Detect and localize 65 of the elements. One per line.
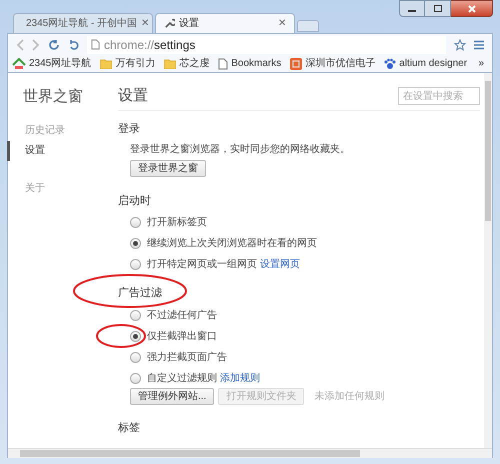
section-heading: 启动时: [118, 194, 152, 209]
section-heading: 登录: [118, 122, 141, 136]
option-label: 不过滤任何广告: [147, 308, 217, 323]
search-field[interactable]: 在设置中搜索: [398, 87, 480, 106]
tab-title: 2345网址导航 - 开创中国: [26, 16, 138, 31]
url-scheme: chrome://: [104, 36, 154, 54]
bookmark-item[interactable]: 2345网址导航: [12, 56, 92, 71]
shop-icon: [290, 58, 302, 70]
close-icon: [468, 4, 476, 12]
section-heading: 广告过滤: [118, 286, 163, 300]
browser-tab[interactable]: 设置 ✕: [155, 13, 295, 33]
page-icon: [218, 58, 228, 70]
house-icon: [12, 58, 26, 70]
folder-icon: [164, 58, 176, 68]
undo-icon[interactable]: [68, 38, 79, 50]
login-button[interactable]: 登录世界之窗: [130, 160, 206, 177]
bookmarks-overflow[interactable]: »: [478, 56, 484, 71]
radio-button[interactable]: [130, 310, 141, 321]
vertical-scrollbar[interactable]: [484, 73, 492, 448]
add-rule-link[interactable]: 添加规则: [220, 371, 260, 386]
menu-icon[interactable]: [474, 40, 484, 50]
section-heading: 标签: [118, 421, 141, 436]
sidebar-title: 世界之窗: [22, 87, 84, 107]
browser-tab[interactable]: 2345网址导航 - 开创中国 ✕: [13, 13, 153, 33]
maximize-button[interactable]: [425, 0, 451, 17]
radio-button[interactable]: [130, 238, 141, 248]
option-label: 打开特定网页或一组网页: [147, 258, 257, 272]
bookmark-item[interactable]: 深圳市优信电子: [290, 56, 376, 71]
paw-icon: [384, 58, 396, 70]
bookmark-item[interactable]: altium designer: [384, 56, 468, 71]
folder-icon: [100, 58, 112, 68]
option-label: 自定义过滤规则: [147, 372, 217, 386]
close-tab-button[interactable]: ✕: [141, 16, 150, 31]
option-label: 打开新标签页: [147, 216, 207, 230]
minimize-button[interactable]: [399, 0, 425, 17]
settings-link[interactable]: 设置网页: [260, 256, 300, 272]
tab-title: 设置: [179, 16, 200, 31]
radio-button[interactable]: [130, 352, 141, 363]
close-window-button[interactable]: [451, 0, 493, 17]
option-label: 继续浏览上次关闭浏览器时在看的网页: [147, 236, 317, 250]
new-tab-button[interactable]: [297, 20, 319, 32]
radio-button[interactable]: [130, 331, 141, 342]
option-label: 强力拦截页面广告: [147, 350, 227, 365]
radio-button[interactable]: [130, 216, 141, 228]
radio-button[interactable]: [130, 373, 141, 384]
bookmark-item[interactable]: 万有引力: [100, 56, 156, 71]
url-path: settings: [154, 36, 196, 54]
rules-status: 未添加任何规则: [314, 390, 384, 404]
description-text: 登录世界之窗浏览器，实时同步您的网络收藏夹。: [130, 142, 351, 157]
forward-icon[interactable]: [32, 38, 40, 50]
sidebar-item[interactable]: 设置: [7, 140, 108, 160]
bookmark-item[interactable]: Bookmarks: [218, 56, 282, 71]
address-bar[interactable]: chrome://settings: [87, 36, 446, 54]
back-icon[interactable]: [16, 38, 24, 50]
annotation-ellipse: [96, 324, 146, 348]
action-button[interactable]: 管理例外网站...: [130, 388, 214, 405]
page-title: 设置: [118, 86, 148, 106]
page-icon: [91, 39, 100, 50]
bookmark-item[interactable]: 芯之虔: [164, 56, 210, 71]
reload-icon[interactable]: [48, 38, 60, 50]
option-label: 仅拦截弹出窗口: [147, 330, 217, 344]
star-icon[interactable]: [454, 38, 466, 50]
horizontal-scrollbar[interactable]: [8, 448, 492, 458]
radio-button[interactable]: [130, 258, 141, 270]
close-tab-button[interactable]: ✕: [278, 16, 286, 31]
